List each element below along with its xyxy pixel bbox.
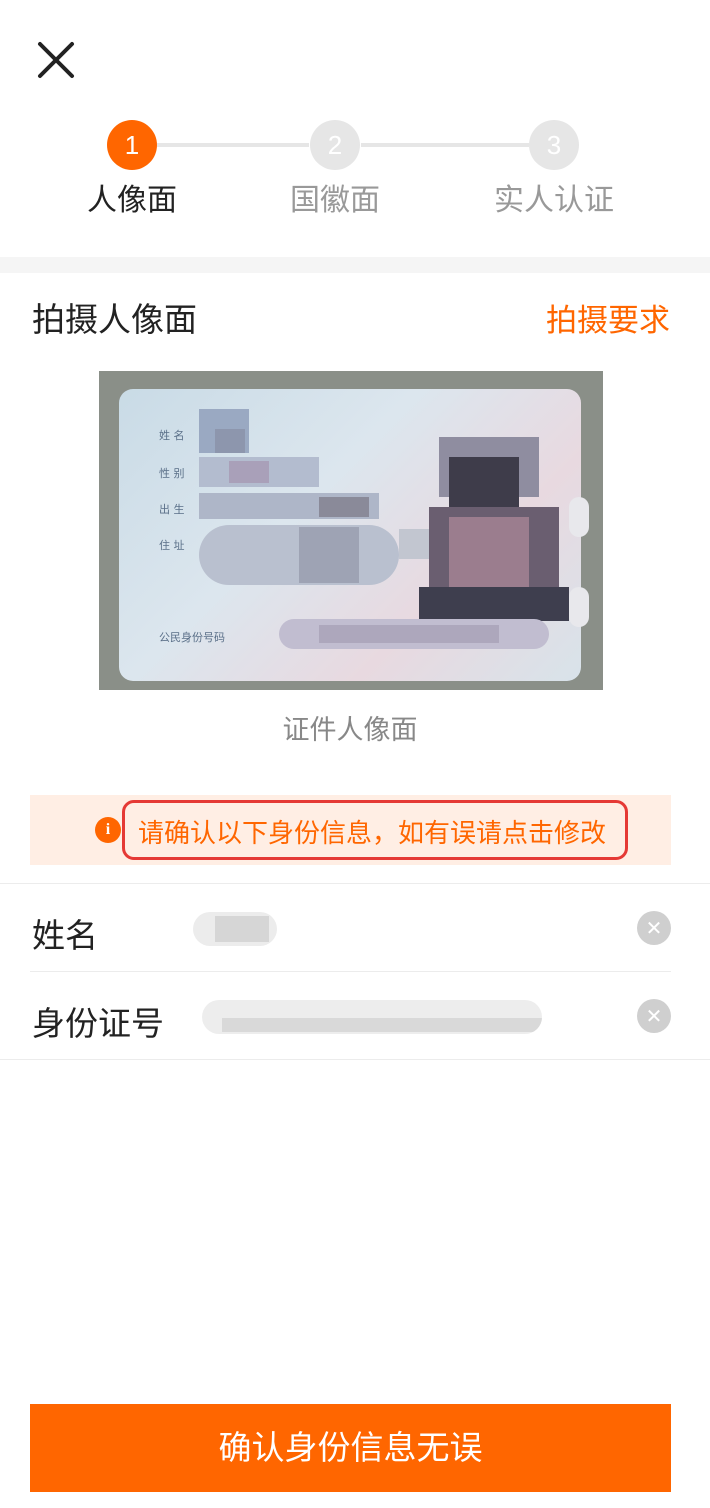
name-label: 姓名 xyxy=(32,916,98,955)
capture-requirements-link[interactable]: 拍摄要求 xyxy=(546,295,670,340)
section-separator xyxy=(0,257,710,273)
step-2-label: 国徽面 xyxy=(290,183,380,218)
notice-highlight-frame xyxy=(122,800,628,860)
card-label-name: 姓 名 xyxy=(159,429,185,442)
card-label-birth: 出 生 xyxy=(159,503,185,516)
id-card: 姓 名 性 别 出 生 住 址 公民身份号码 xyxy=(119,389,589,681)
close-button[interactable] xyxy=(34,38,78,82)
step-1-circle: 1 xyxy=(107,120,157,170)
step-2-circle: 2 xyxy=(310,120,360,170)
row-divider xyxy=(30,971,671,972)
close-icon xyxy=(38,42,74,78)
clear-icon: ✕ xyxy=(645,916,663,940)
name-field[interactable] xyxy=(193,912,277,946)
clear-icon: ✕ xyxy=(645,1004,663,1028)
confirm-notice-bar: i 请确认以下身份信息，如有误请点击修改 xyxy=(30,795,671,865)
step-connector xyxy=(361,143,529,147)
info-icon: i xyxy=(95,817,121,843)
progress-stepper: 1 2 3 人像面 国徽面 实人认证 xyxy=(0,120,710,220)
form-bottom-divider xyxy=(0,1059,710,1060)
id-number-field[interactable] xyxy=(202,1000,542,1034)
step-connector xyxy=(157,143,309,147)
form-top-divider xyxy=(0,883,710,884)
card-label-gender: 性 别 xyxy=(159,467,185,480)
card-label-address: 住 址 xyxy=(159,539,185,552)
step-1-label: 人像面 xyxy=(87,183,177,218)
step-3-circle: 3 xyxy=(529,120,579,170)
confirm-identity-button[interactable]: 确认身份信息无误 xyxy=(30,1404,671,1492)
id-card-front-image[interactable]: 姓 名 性 别 出 生 住 址 公民身份号码 xyxy=(99,371,603,690)
card-label-id-number: 公民身份号码 xyxy=(159,631,225,644)
section-title: 拍摄人像面 xyxy=(32,300,197,339)
step-3-label: 实人认证 xyxy=(494,183,614,218)
id-number-label: 身份证号 xyxy=(32,1004,164,1043)
clear-id-number-button[interactable]: ✕ xyxy=(637,999,671,1033)
clear-name-button[interactable]: ✕ xyxy=(637,911,671,945)
card-caption: 证件人像面 xyxy=(282,715,418,746)
